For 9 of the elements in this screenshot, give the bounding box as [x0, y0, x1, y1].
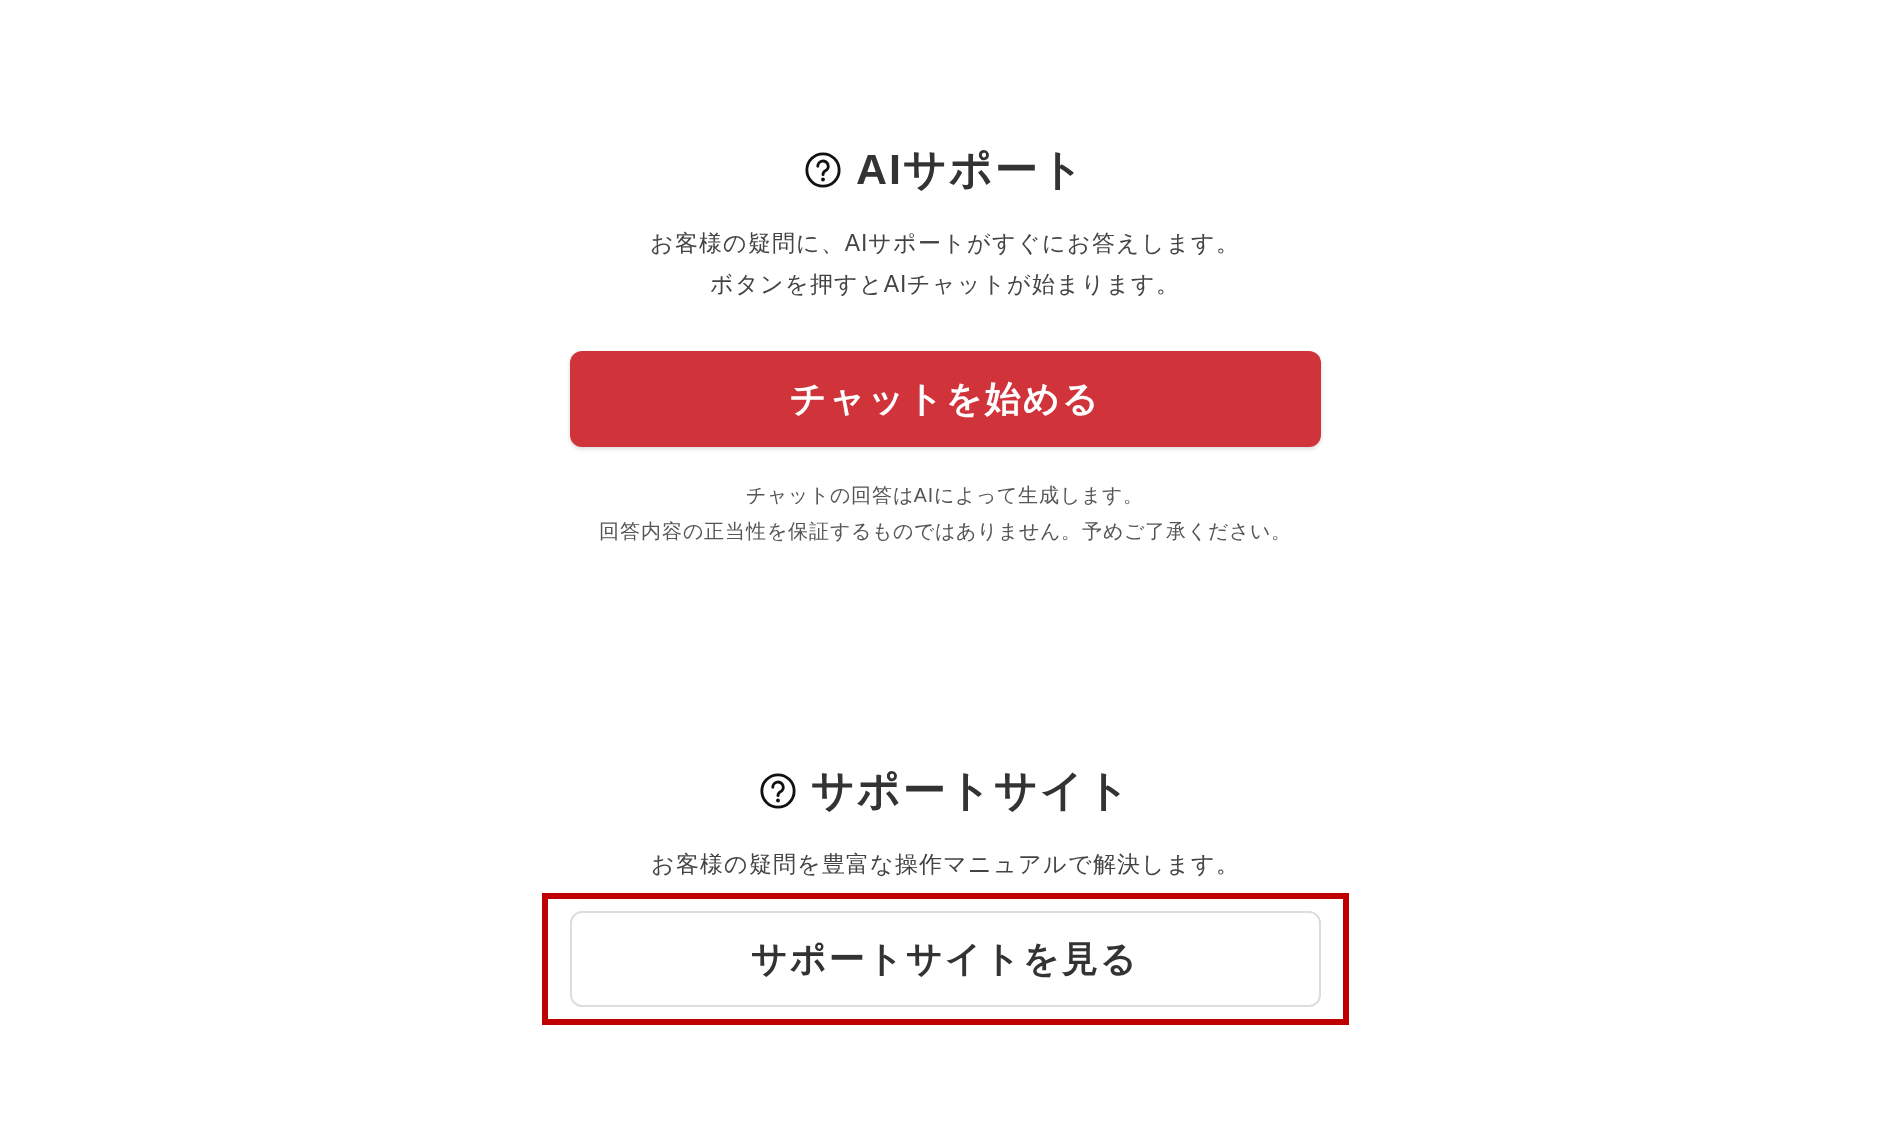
- start-chat-button[interactable]: チャットを始める: [569, 351, 1321, 447]
- view-site-button[interactable]: サポートサイトを見る: [569, 911, 1321, 1007]
- disclaimer-text: チャットの回答はAIによって生成します。 回答内容の正当性を保証するものではありません。予めご了承ください。: [598, 483, 1292, 544]
- section-description: お客様の疑問を豊富な操作マニュアルで解決します。: [650, 850, 1240, 879]
- section-description: お客様の疑問に、AIサポートがすぐにお答えします。 ボタンを押すとAIチャットが始まります。: [649, 229, 1241, 299]
- help-icon: [804, 151, 842, 189]
- section-title: サポートサイト: [810, 765, 1132, 816]
- section-title: AIサポート: [856, 144, 1086, 195]
- help-icon: [758, 772, 797, 810]
